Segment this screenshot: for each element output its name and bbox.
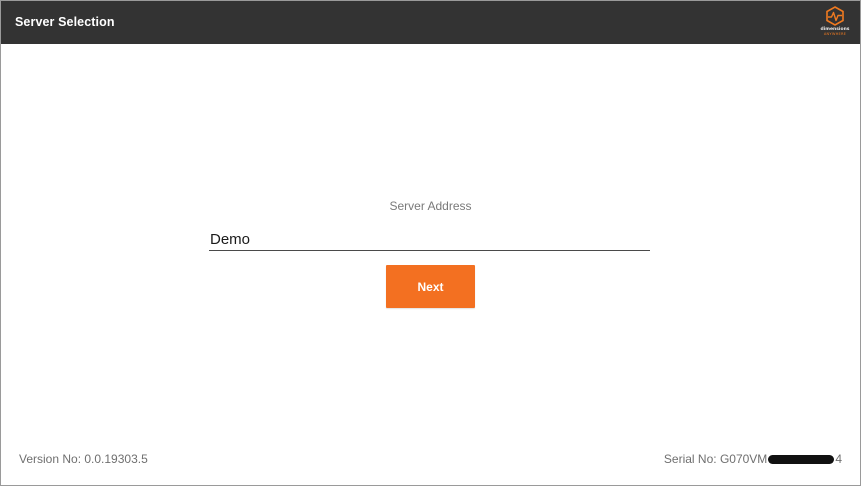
next-button[interactable]: Next xyxy=(386,265,475,308)
title-bar: Server Selection dimensions ANYWHERE xyxy=(1,1,860,44)
brand-logo: dimensions ANYWHERE xyxy=(818,6,852,39)
server-address-label: Server Address xyxy=(389,199,472,213)
logo-tagline: ANYWHERE xyxy=(823,32,847,36)
redaction-mark xyxy=(768,455,835,464)
serial-prefix: Serial No: G070VM xyxy=(663,452,768,466)
app-window: Server Selection dimensions ANYWHERE Ser… xyxy=(0,0,861,486)
serial-suffix: 4 xyxy=(835,452,842,466)
serial-number: Serial No: G070VM 4 xyxy=(664,452,842,466)
page-title: Server Selection xyxy=(15,15,115,29)
server-address-input[interactable] xyxy=(209,229,650,251)
logo-icon xyxy=(826,6,844,26)
version-number: Version No: 0.0.19303.5 xyxy=(19,452,148,466)
